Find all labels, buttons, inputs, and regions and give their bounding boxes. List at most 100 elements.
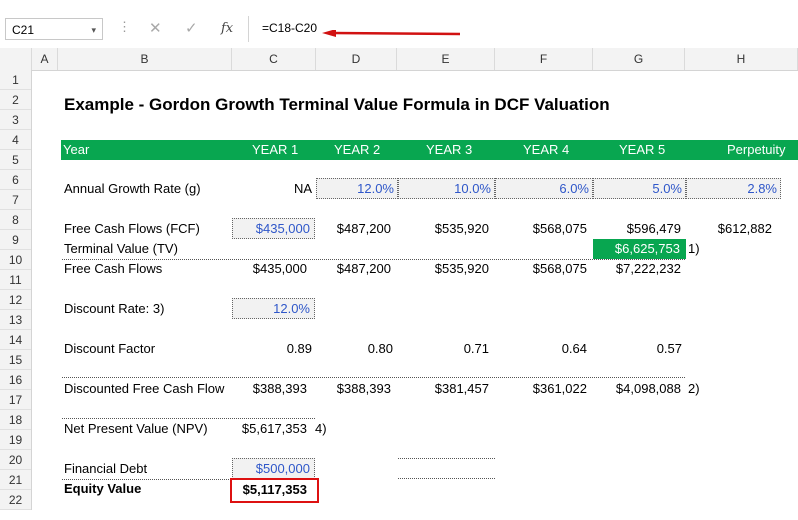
row-header[interactable]: 20 <box>0 450 31 470</box>
name-box[interactable]: C21 ▾ <box>5 18 103 40</box>
df-year-2[interactable]: 0.80 <box>316 339 393 359</box>
npv-value[interactable]: $5,617,353 <box>232 419 307 439</box>
year-header-row: Year YEAR 1 YEAR 2 YEAR 3 YEAR 4 YEAR 5 … <box>61 140 798 160</box>
fcf-perpetuity[interactable]: $612,882 <box>686 219 772 239</box>
column-header-g[interactable]: G <box>593 48 685 70</box>
column-header-f[interactable]: F <box>495 48 593 70</box>
debt-value[interactable]: $500,000 <box>232 459 310 479</box>
row-header[interactable]: 4 <box>0 130 31 150</box>
row-header[interactable]: 8 <box>0 210 31 230</box>
row-header[interactable]: 17 <box>0 390 31 410</box>
discount-rate-label: Discount Rate: 3) <box>64 301 165 316</box>
more-options-icon[interactable]: ⋮ <box>118 19 131 35</box>
fcf2-year-5[interactable]: $7,222,232 <box>593 259 681 279</box>
row-header[interactable]: 18 <box>0 410 31 430</box>
debt-label: Financial Debt <box>64 461 148 476</box>
header-year-1: YEAR 1 <box>252 142 299 157</box>
header-year-3: YEAR 3 <box>426 142 473 157</box>
row-header[interactable]: 19 <box>0 430 31 450</box>
growth-year-1[interactable]: NA <box>232 179 312 199</box>
dfcf-year-2[interactable]: $388,393 <box>316 379 391 399</box>
fcf-label: Free Cash Flows (FCF) <box>64 221 200 236</box>
equity-label: Equity Value <box>64 481 142 496</box>
discount-factor-label: Discount Factor <box>64 341 156 356</box>
sheet-title: Example - Gordon Growth Terminal Value F… <box>64 95 610 114</box>
row-divider <box>398 478 495 479</box>
npv-note: 4) <box>315 421 327 436</box>
row-divider <box>62 377 685 378</box>
discount-rate-value[interactable]: 12.0% <box>232 299 310 319</box>
dfcf-year-5[interactable]: $4,098,088 <box>593 379 681 399</box>
column-header-c[interactable]: C <box>232 48 316 70</box>
dfcf-note: 2) <box>688 381 700 396</box>
equity-value[interactable]: $5,117,353 <box>232 480 307 500</box>
df-year-5[interactable]: 0.57 <box>593 339 682 359</box>
header-year-2: YEAR 2 <box>334 142 381 157</box>
df-year-4[interactable]: 0.64 <box>495 339 587 359</box>
row-header[interactable]: 21 <box>0 470 31 490</box>
row-headers: 1 2 3 4 5 6 7 8 9 10 11 12 13 14 15 16 1… <box>0 70 32 510</box>
fcf-year-3[interactable]: $535,920 <box>398 219 489 239</box>
row-header[interactable]: 22 <box>0 490 31 510</box>
row-header[interactable]: 11 <box>0 270 31 290</box>
df-year-3[interactable]: 0.71 <box>398 339 489 359</box>
row-header[interactable]: 14 <box>0 330 31 350</box>
header-year-5: YEAR 5 <box>619 142 666 157</box>
dfcf-year-4[interactable]: $361,022 <box>495 379 587 399</box>
growth-year-4[interactable]: 6.0% <box>495 179 589 199</box>
fcf-year-1[interactable]: $435,000 <box>232 219 310 239</box>
dfcf-label: Discounted Free Cash Flow <box>64 381 225 396</box>
npv-label: Net Present Value (NPV) <box>64 421 208 436</box>
header-perpetuity: Perpetuity <box>727 142 786 157</box>
growth-year-5[interactable]: 5.0% <box>593 179 682 199</box>
fcf2-label: Free Cash Flows <box>64 261 163 276</box>
select-all-corner[interactable] <box>0 48 32 70</box>
column-header-b[interactable]: B <box>58 48 232 70</box>
fcf-year-5[interactable]: $596,479 <box>593 219 681 239</box>
row-header[interactable]: 1 <box>0 70 31 90</box>
row-header[interactable]: 2 <box>0 90 31 110</box>
header-year-4: YEAR 4 <box>523 142 570 157</box>
column-headers: A B C D E F G H <box>0 48 798 71</box>
row-header[interactable]: 15 <box>0 350 31 370</box>
column-header-a[interactable]: A <box>32 48 58 70</box>
row-header[interactable]: 7 <box>0 190 31 210</box>
row-header[interactable]: 9 <box>0 230 31 250</box>
fcf-year-2[interactable]: $487,200 <box>316 219 391 239</box>
check-icon[interactable]: ✓ <box>185 19 198 37</box>
column-header-e[interactable]: E <box>397 48 495 70</box>
growth-year-3[interactable]: 10.0% <box>398 179 491 199</box>
chevron-down-icon[interactable]: ▾ <box>91 19 96 41</box>
worksheet-grid[interactable]: Example - Gordon Growth Terminal Value F… <box>32 70 798 520</box>
formula-input[interactable]: =C18-C20 <box>262 21 317 35</box>
formula-buttons: ✕ ✓ fx <box>137 16 249 42</box>
row-header[interactable]: 12 <box>0 290 31 310</box>
terminal-value-cell[interactable]: $6,625,753 <box>593 239 686 259</box>
column-header-h[interactable]: H <box>685 48 798 70</box>
fcf-year-4[interactable]: $568,075 <box>495 219 587 239</box>
fcf2-year-2[interactable]: $487,200 <box>316 259 391 279</box>
row-header[interactable]: 5 <box>0 150 31 170</box>
row-header[interactable]: 3 <box>0 110 31 130</box>
cancel-icon[interactable]: ✕ <box>149 19 162 37</box>
growth-year-2[interactable]: 12.0% <box>316 179 394 199</box>
dfcf-year-3[interactable]: $381,457 <box>398 379 489 399</box>
growth-perpetuity[interactable]: 2.8% <box>686 179 777 199</box>
insert-function-icon[interactable]: fx <box>221 21 233 36</box>
growth-label: Annual Growth Rate (g) <box>64 181 201 196</box>
arrow-annotation-icon <box>322 30 461 37</box>
tv-note: 1) <box>688 241 700 256</box>
fcf2-year-4[interactable]: $568,075 <box>495 259 587 279</box>
row-header[interactable]: 13 <box>0 310 31 330</box>
row-header[interactable]: 6 <box>0 170 31 190</box>
name-box-value: C21 <box>12 23 35 37</box>
dfcf-year-1[interactable]: $388,393 <box>232 379 307 399</box>
tv-label: Terminal Value (TV) <box>64 241 178 256</box>
row-header[interactable]: 16 <box>0 370 31 390</box>
fcf2-year-1[interactable]: $435,000 <box>232 259 307 279</box>
row-header[interactable]: 10 <box>0 250 31 270</box>
fcf2-year-3[interactable]: $535,920 <box>398 259 489 279</box>
row-divider <box>398 458 495 459</box>
df-year-1[interactable]: 0.89 <box>232 339 312 359</box>
column-header-d[interactable]: D <box>316 48 397 70</box>
